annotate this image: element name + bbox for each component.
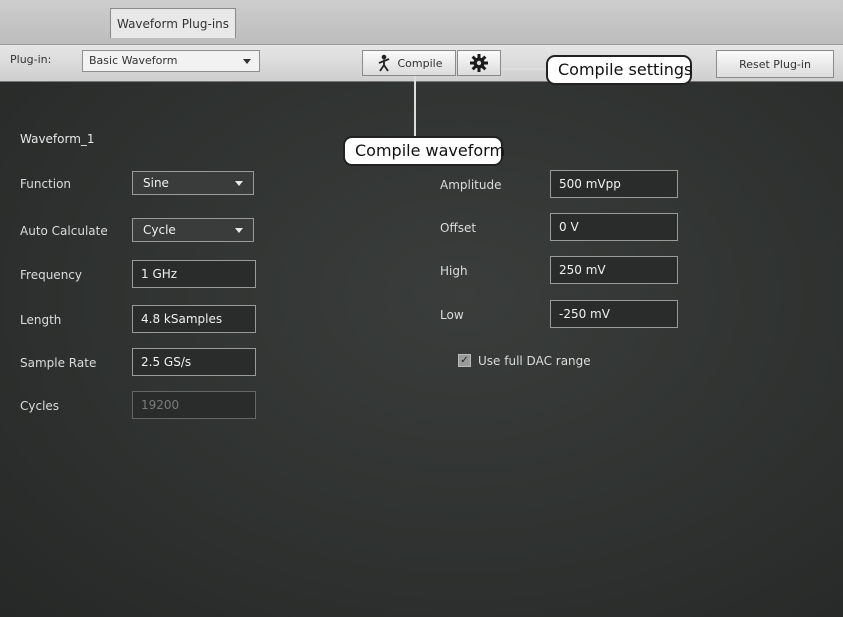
cycles-label: Cycles: [20, 399, 60, 413]
chevron-down-icon: [235, 228, 243, 233]
function-dropdown[interactable]: Sine: [132, 171, 254, 195]
sample-rate-label: Sample Rate: [20, 356, 97, 370]
reset-plugin-button[interactable]: Reset Plug-in: [716, 50, 834, 78]
offset-label: Offset: [440, 221, 477, 235]
length-label: Length: [20, 313, 62, 327]
chevron-down-icon: [243, 59, 251, 64]
compile-leader-line: [414, 76, 416, 138]
amplitude-label: Amplitude: [440, 178, 502, 192]
offset-field[interactable]: 0 V: [550, 213, 678, 241]
frequency-field[interactable]: 1 GHz: [132, 260, 256, 288]
sample-rate-field[interactable]: 2.5 GS/s: [132, 348, 256, 376]
tab-waveform-plugins[interactable]: Waveform Plug-ins: [110, 8, 236, 38]
function-label: Function: [20, 177, 72, 191]
compile-person-icon: [378, 54, 389, 72]
high-field[interactable]: 250 mV: [550, 256, 678, 284]
length-field[interactable]: 4.8 kSamples: [132, 305, 256, 333]
auto-calculate-value: Cycle: [143, 223, 176, 237]
amplitude-field[interactable]: 500 mVpp: [550, 170, 678, 198]
plugin-select-value: Basic Waveform: [89, 54, 178, 67]
chevron-down-icon: [235, 181, 243, 186]
compile-waveform-callout: Compile waveform: [343, 136, 505, 166]
function-value: Sine: [143, 176, 169, 190]
plugin-label: Plug-in:: [10, 53, 52, 66]
cycles-field: 19200: [132, 391, 256, 419]
low-field[interactable]: -250 mV: [550, 300, 678, 328]
low-label: Low: [440, 308, 464, 322]
settings-leader-line: [501, 68, 547, 70]
frequency-label: Frequency: [20, 268, 82, 282]
compile-settings-button[interactable]: [457, 50, 501, 76]
plugin-select[interactable]: Basic Waveform: [82, 50, 260, 72]
dac-range-checkbox[interactable]: ✓: [458, 354, 471, 367]
auto-calculate-dropdown[interactable]: Cycle: [132, 218, 254, 242]
compile-button-label: Compile: [397, 56, 443, 70]
dac-range-label: Use full DAC range: [478, 354, 591, 368]
compile-settings-callout: Compile settings: [546, 55, 692, 85]
high-label: High: [440, 264, 468, 278]
waveform-name: Waveform_1: [20, 132, 95, 146]
auto-calculate-label: Auto Calculate: [20, 224, 108, 238]
gear-icon: [470, 54, 488, 72]
compile-button[interactable]: Compile: [362, 50, 456, 76]
